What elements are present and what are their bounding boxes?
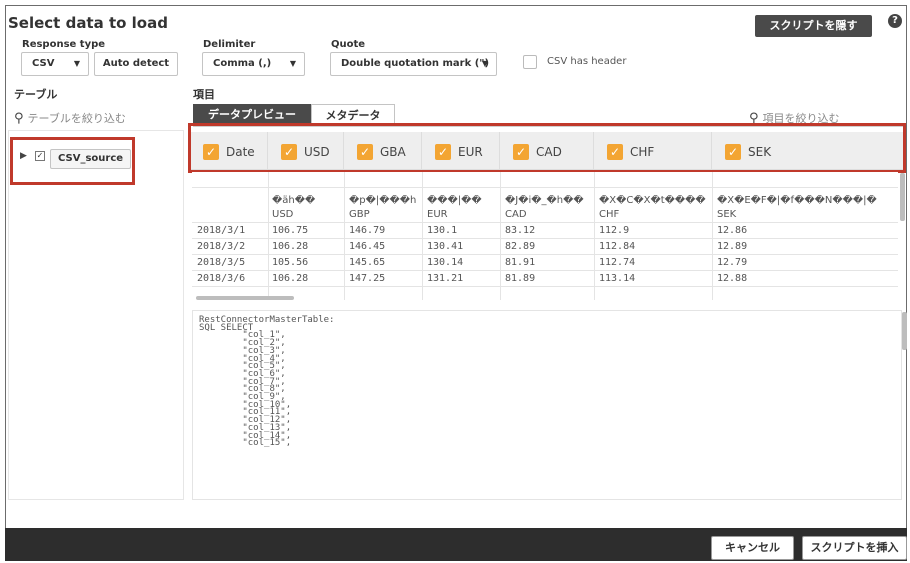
hide-script-button[interactable]: スクリプトを隠す [755, 15, 872, 37]
grid-cell: 105.56 [272, 257, 309, 268]
grid-row-divider [192, 238, 898, 239]
grid-cell: 12.89 [717, 241, 748, 252]
chevron-down-icon: ▼ [481, 59, 488, 68]
script-vertical-scrollbar[interactable] [902, 312, 907, 350]
grid-cell: 146.45 [349, 241, 386, 252]
grid-cell: 145.65 [349, 257, 386, 268]
csv-header-label: CSV has header [547, 56, 627, 67]
grid-column-divider [422, 172, 423, 300]
grid-row-divider [192, 187, 898, 188]
grid-column-divider [500, 172, 501, 300]
quote-select[interactable]: Double quotation mark (") ▼ [330, 52, 497, 76]
grid-cell: 81.89 [505, 273, 536, 284]
chevron-down-icon: ▼ [289, 59, 296, 68]
script-text: RestConnectorMasterTable: SQL SELECT "co… [199, 315, 335, 449]
preview-vertical-scrollbar[interactable] [900, 173, 905, 221]
grid-cell: 146.79 [349, 225, 386, 236]
grid-cell: 113.14 [599, 273, 636, 284]
tables-section-label: テーブル [14, 88, 58, 101]
grid-cell: 2018/3/2 [197, 241, 246, 252]
delimiter-value: Comma (,) [213, 58, 272, 69]
delimiter-label: Delimiter [203, 39, 256, 50]
grid-row-divider [192, 222, 898, 223]
grid-cell-unit: GBP [349, 209, 370, 220]
response-type-label: Response type [22, 39, 106, 50]
quote-label: Quote [331, 39, 366, 50]
quote-value: Double quotation mark (") [341, 58, 490, 69]
grid-cell-unit: CHF [599, 209, 620, 220]
fields-section-label: 項目 [193, 88, 215, 101]
response-type-value: CSV [32, 58, 55, 69]
highlight-box-columns [188, 123, 906, 173]
grid-cell-unit: EUR [427, 209, 448, 220]
grid-cell: 130.1 [427, 225, 458, 236]
grid-cell-header-garbled: �X�E�F�|�f���N���|� [717, 195, 877, 206]
grid-cell-header-garbled: ���|�� [427, 195, 482, 206]
grid-cell-header-garbled: �X�C�X�t���� [599, 195, 706, 206]
response-type-select[interactable]: CSV ▼ [21, 52, 89, 76]
grid-cell-header-garbled: �p�|���h [349, 195, 417, 206]
table-filter-placeholder: テーブルを絞り込む [27, 112, 126, 125]
grid-cell-unit: SEK [717, 209, 737, 220]
grid-cell: 2018/3/1 [197, 225, 246, 236]
grid-cell: 2018/3/6 [197, 273, 246, 284]
grid-row-divider [192, 286, 898, 287]
grid-cell-unit: CAD [505, 209, 527, 220]
script-preview[interactable]: RestConnectorMasterTable: SQL SELECT "co… [192, 310, 902, 500]
grid-cell: 83.12 [505, 225, 536, 236]
help-icon[interactable]: ? [888, 14, 902, 28]
dialog-title: Select data to load [8, 14, 168, 32]
highlight-box-table [10, 137, 135, 185]
grid-cell-header-garbled: �J�i�_�h�� [505, 195, 584, 206]
search-icon: ⚲ [14, 111, 24, 126]
table-filter-input[interactable]: ⚲ テーブルを絞り込む [14, 110, 126, 126]
data-preview-grid: �äh�� �p�|���h ���|�� �J�i�_�h�� �X�C�X�t���… [192, 172, 898, 300]
insert-script-button[interactable]: スクリプトを挿入 [802, 536, 907, 560]
grid-cell: 106.28 [272, 241, 309, 252]
grid-column-divider [268, 172, 269, 300]
horizontal-scrollbar[interactable] [196, 296, 294, 300]
delimiter-select[interactable]: Comma (,) ▼ [202, 52, 305, 76]
tables-panel [8, 130, 184, 500]
grid-cell: 12.88 [717, 273, 748, 284]
grid-row-divider [192, 270, 898, 271]
cancel-button[interactable]: キャンセル [711, 536, 794, 560]
grid-cell: 131.21 [427, 273, 464, 284]
grid-row-divider [192, 254, 898, 255]
chevron-down-icon: ▼ [73, 59, 80, 68]
grid-cell: 112.84 [599, 241, 636, 252]
grid-cell: 106.28 [272, 273, 309, 284]
grid-column-divider [712, 172, 713, 300]
grid-cell: 2018/3/5 [197, 257, 246, 268]
csv-header-checkbox[interactable] [523, 55, 537, 69]
grid-cell: 130.14 [427, 257, 464, 268]
grid-cell-unit: USD [272, 209, 294, 220]
grid-cell-header-garbled: �äh�� [272, 195, 316, 206]
grid-cell: 147.25 [349, 273, 386, 284]
grid-cell: 12.86 [717, 225, 748, 236]
grid-cell: 112.74 [599, 257, 636, 268]
grid-cell: 81.91 [505, 257, 536, 268]
grid-cell: 12.79 [717, 257, 748, 268]
grid-cell: 82.89 [505, 241, 536, 252]
grid-cell: 106.75 [272, 225, 309, 236]
grid-column-divider [344, 172, 345, 300]
grid-cell: 130.41 [427, 241, 464, 252]
grid-cell: 112.9 [599, 225, 630, 236]
auto-detect-button[interactable]: Auto detect [94, 52, 178, 76]
